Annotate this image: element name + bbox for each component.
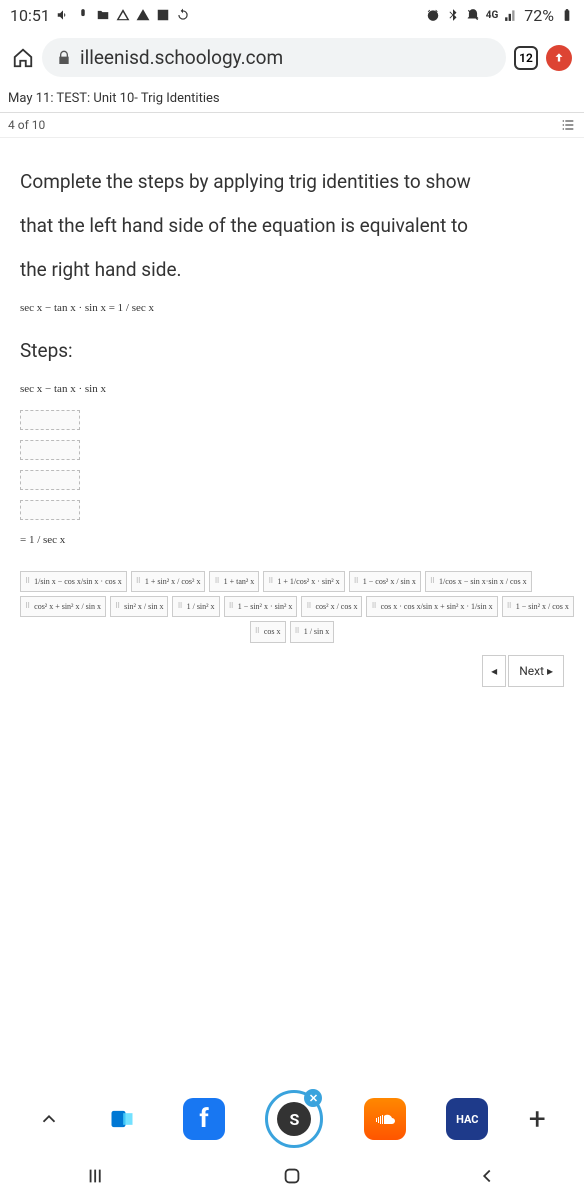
bluetooth-icon xyxy=(446,8,460,22)
tab-count[interactable]: 12 xyxy=(514,46,538,70)
refresh-icon xyxy=(176,8,190,22)
list-icon[interactable] xyxy=(560,117,576,133)
vibrate-icon xyxy=(466,8,480,22)
app-dock: f S ✕ HAC + xyxy=(0,1090,584,1148)
instruction-line-1: Complete the steps by applying trig iden… xyxy=(20,164,564,200)
dock-app-hac[interactable]: HAC xyxy=(446,1098,488,1140)
alarm-icon xyxy=(426,8,440,22)
answer-tile[interactable]: 1/sin x − cos x/sin x · cos x xyxy=(20,571,127,592)
answer-tile[interactable]: cos² x + sin² x / sin x xyxy=(20,596,106,617)
network-icon: 4G xyxy=(486,10,499,21)
update-icon[interactable] xyxy=(546,45,572,71)
url-bar[interactable]: illeenisd.schoology.com xyxy=(42,38,506,77)
battery-percent: 72% xyxy=(524,6,554,25)
answer-tile[interactable]: 1 + 1/cos² x · sin² x xyxy=(263,571,344,592)
answer-tile[interactable]: 1/cos x − sin x·sin x / cos x xyxy=(425,571,532,592)
dock-app-center[interactable]: S ✕ xyxy=(265,1090,323,1148)
dock-app-soundcloud[interactable] xyxy=(364,1098,406,1140)
home-nav-icon[interactable] xyxy=(281,1165,303,1187)
answer-tile[interactable]: 1 − cos² x / sin x xyxy=(349,571,421,592)
answer-tile[interactable]: 1 − sin² x · sin² x xyxy=(224,596,298,617)
signal-icon xyxy=(504,8,518,22)
breadcrumb: May 11: TEST: Unit 10- Trig Identities xyxy=(0,85,584,113)
question-nav: ◂ Next ▸ xyxy=(20,647,564,696)
equation-final: = 1 / sec x xyxy=(20,530,564,551)
volume-icon xyxy=(56,8,70,22)
instruction-line-2: that the left hand side of the equation … xyxy=(20,208,564,244)
lock-icon xyxy=(56,50,72,66)
recent-apps-chevron-icon[interactable] xyxy=(38,1108,60,1130)
warning-icon-2 xyxy=(136,8,150,22)
answer-tile[interactable]: 1 − sin² x / cos x xyxy=(502,596,574,617)
status-bar: 10:51 4G 72% xyxy=(0,0,584,30)
folder-icon xyxy=(96,8,110,22)
step-dropzone-3[interactable] xyxy=(20,470,80,490)
answer-tile[interactable]: cos x · cos x/sin x + sin² x · 1/sin x xyxy=(366,596,497,617)
question-content: Complete the steps by applying trig iden… xyxy=(0,138,584,705)
progress-text: 4 of 10 xyxy=(8,118,45,132)
tile-bank: 1/sin x − cos x/sin x · cos x1 + sin² x … xyxy=(20,571,564,643)
battery-icon xyxy=(560,8,574,22)
dock-app-facebook[interactable]: f xyxy=(183,1098,225,1140)
answer-tile[interactable]: cos x xyxy=(250,621,286,642)
close-badge-icon[interactable]: ✕ xyxy=(304,1089,322,1107)
answer-tile[interactable]: cos² x / cos x xyxy=(301,596,362,617)
answer-tile[interactable]: 1 + sin² x / cos² x xyxy=(131,571,206,592)
next-button[interactable]: Next ▸ xyxy=(508,655,564,688)
status-time: 10:51 xyxy=(10,6,50,25)
dock-app-outlook[interactable] xyxy=(101,1098,143,1140)
steps-label: Steps: xyxy=(20,333,564,369)
home-icon[interactable] xyxy=(12,47,34,69)
answer-tile[interactable]: 1 / sin² x xyxy=(172,596,219,617)
step-dropzone-2[interactable] xyxy=(20,440,80,460)
system-nav-bar xyxy=(0,1152,584,1200)
answer-tile[interactable]: 1 + tan² x xyxy=(209,571,259,592)
instruction-line-3: the right hand side. xyxy=(20,252,564,288)
answer-tile[interactable]: sin² x / sin x xyxy=(110,596,168,617)
url-text: illeenisd.schoology.com xyxy=(80,46,283,69)
mic-icon xyxy=(76,8,90,22)
equation-start: sec x − tan x · sin x xyxy=(20,379,564,400)
back-icon[interactable] xyxy=(476,1165,498,1187)
equation-given: sec x − tan x · sin x = 1 / sec x xyxy=(20,298,564,319)
add-app-button[interactable]: + xyxy=(529,1102,546,1137)
image-icon xyxy=(156,8,170,22)
warning-icon xyxy=(116,8,130,22)
browser-bar: illeenisd.schoology.com 12 xyxy=(0,30,584,85)
progress-bar: 4 of 10 xyxy=(0,113,584,138)
answer-tile[interactable]: 1 / sin x xyxy=(290,621,335,642)
recents-icon[interactable] xyxy=(86,1165,108,1187)
step-dropzone-1[interactable] xyxy=(20,410,80,430)
prev-button[interactable]: ◂ xyxy=(482,655,506,688)
step-dropzone-4[interactable] xyxy=(20,500,80,520)
